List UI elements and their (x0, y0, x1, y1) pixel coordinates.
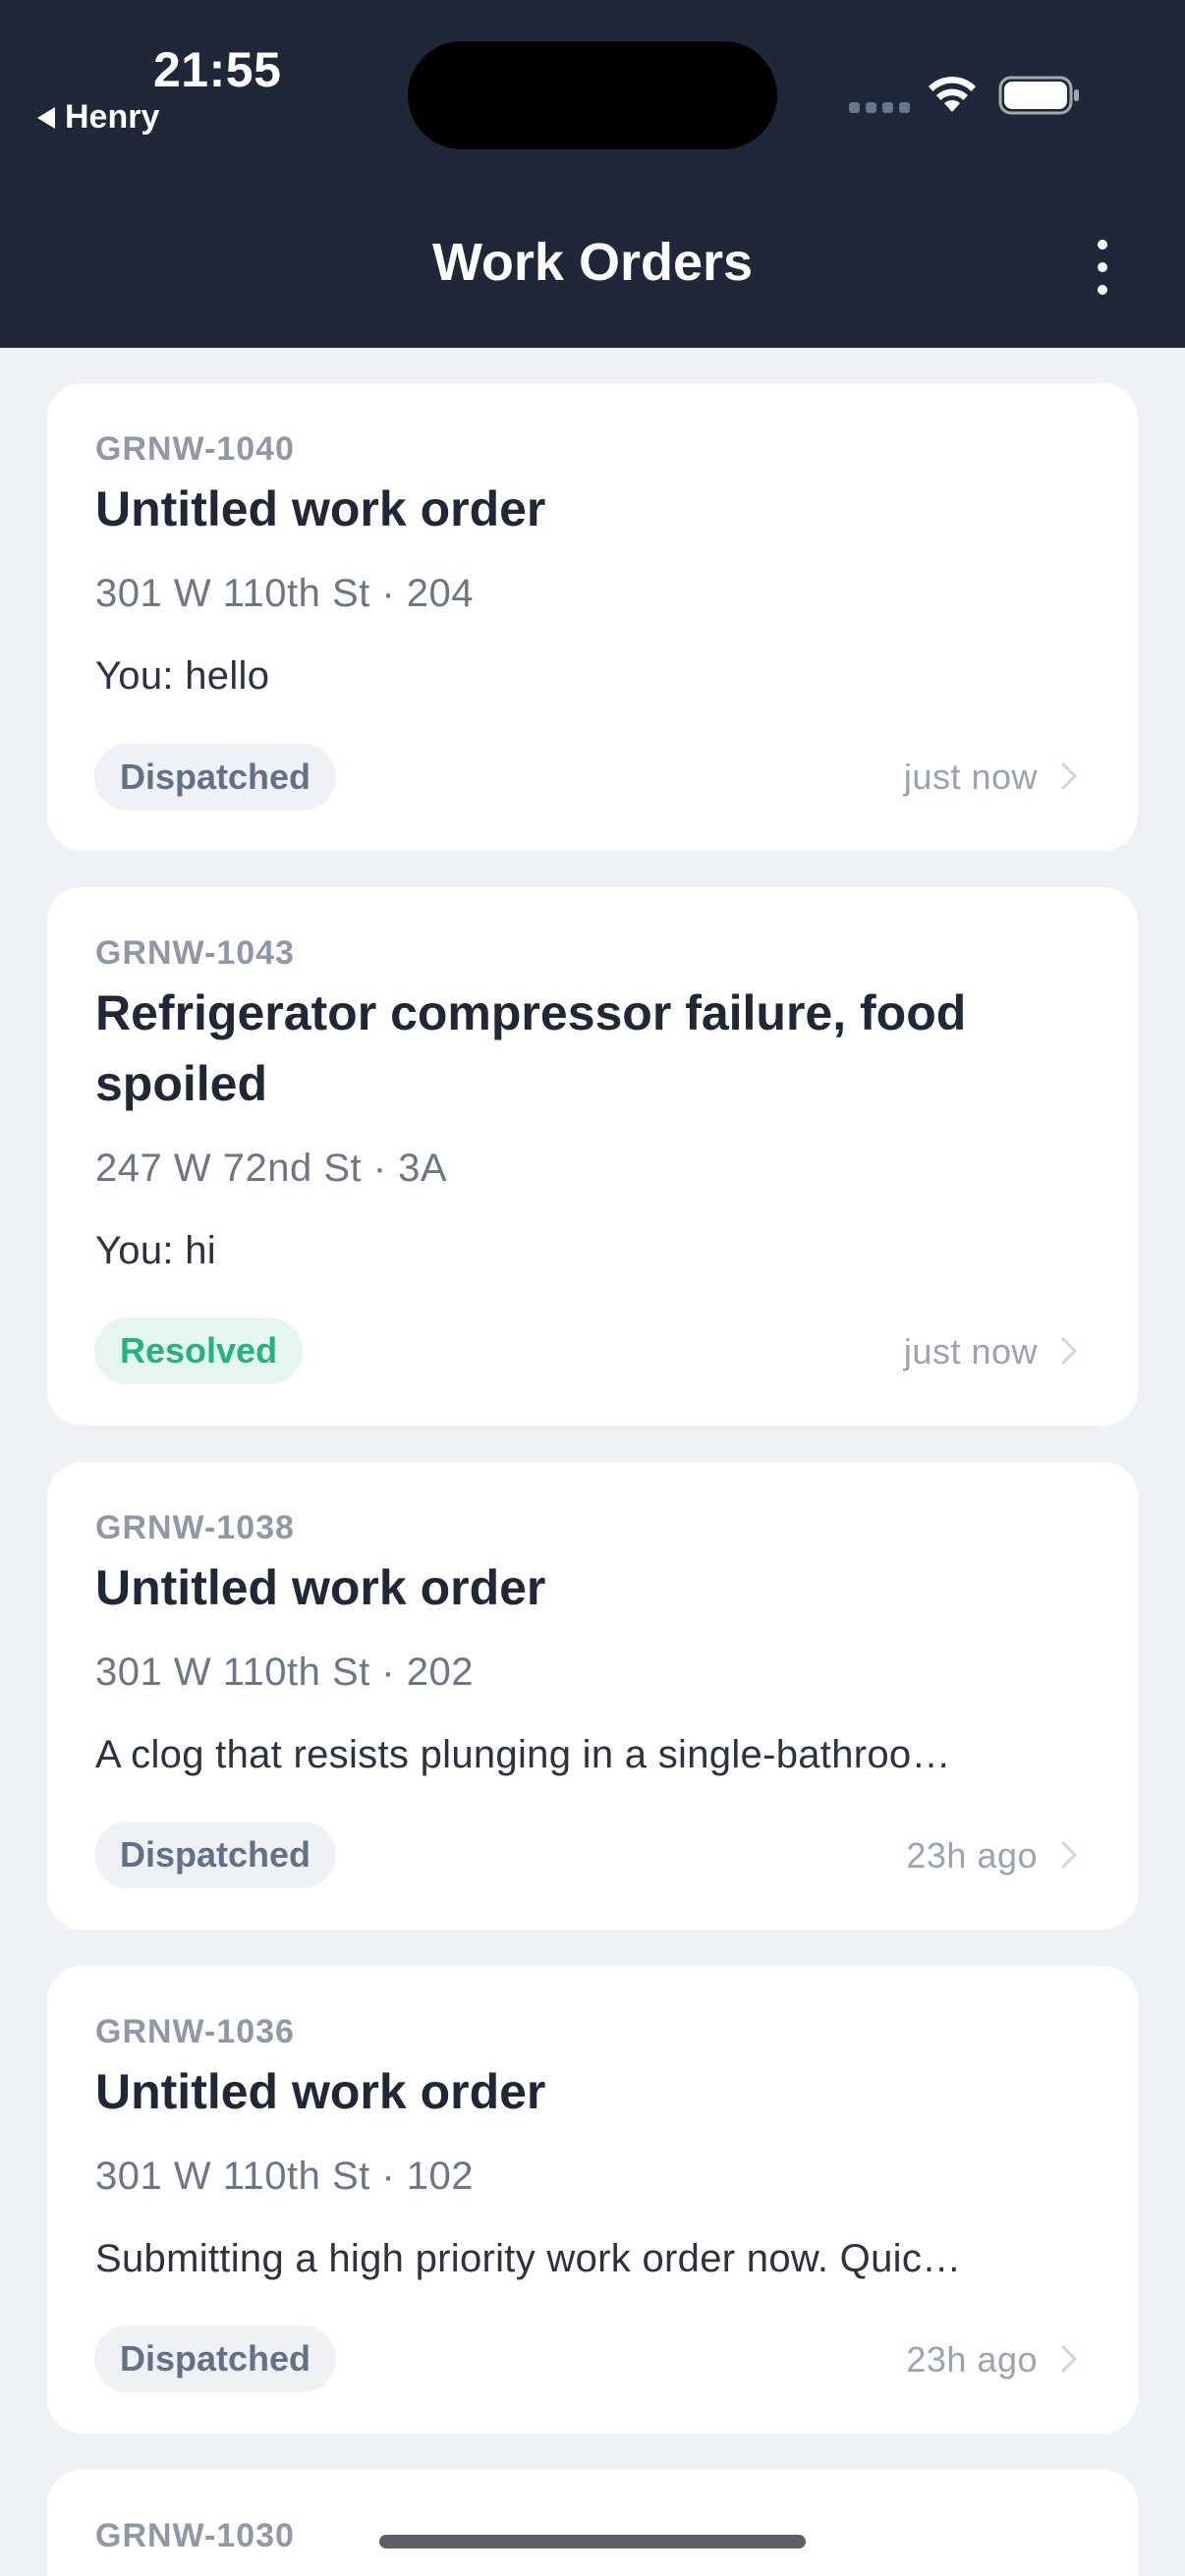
work-order-last-message: Submitting a high priority work order no… (95, 2237, 962, 2280)
work-order-address: 301 W 110th St · 102 (95, 2155, 475, 2198)
work-order-card[interactable]: GRNW-1038 Untitled work order 301 W 110t… (47, 1462, 1138, 1930)
home-indicator[interactable] (379, 2535, 806, 2548)
work-order-card[interactable]: GRNW-1036 Untitled work order 301 W 110t… (47, 1966, 1138, 2434)
chevron-right-icon (1061, 1841, 1077, 1869)
cellular-signal-icon (849, 102, 910, 113)
work-order-title: Refrigerator compressor failure, food sp… (95, 985, 967, 1111)
work-order-last-message: You: hi (95, 1229, 216, 1272)
work-order-id: GRNW-1030 (95, 2517, 295, 2554)
work-order-id: GRNW-1043 (95, 934, 295, 972)
work-order-title: Untitled work order (95, 481, 546, 536)
chevron-right-icon (1061, 2345, 1077, 2373)
back-to-app-button[interactable]: Henry (37, 98, 159, 137)
work-order-last-message: A clog that resists plunging in a single… (95, 1733, 951, 1776)
wifi-icon (929, 77, 976, 112)
chevron-right-icon (1061, 1337, 1077, 1365)
work-order-id: GRNW-1038 (95, 1509, 295, 1546)
more-options-icon[interactable] (1081, 240, 1124, 295)
status-badge: Resolved (94, 1317, 304, 1384)
back-triangle-icon (37, 106, 55, 129)
chevron-right-icon (1061, 762, 1077, 790)
back-app-label: Henry (65, 98, 160, 136)
work-order-time: just now (903, 1331, 1038, 1372)
work-order-card[interactable]: GRNW-1030 (47, 2470, 1138, 2576)
work-order-title: Untitled work order (95, 2064, 546, 2119)
status-badge: Dispatched (94, 744, 337, 811)
dynamic-island (408, 41, 777, 149)
work-order-id: GRNW-1040 (95, 430, 295, 468)
app-header: 21:55 Henry Work Orders (0, 0, 1185, 348)
status-badge: Dispatched (94, 2325, 337, 2392)
work-order-address: 247 W 72nd St · 3A (95, 1147, 448, 1190)
work-order-address: 301 W 110th St · 202 (95, 1651, 475, 1694)
work-order-time: just now (903, 756, 1038, 797)
status-badge: Dispatched (94, 1821, 337, 1888)
work-order-address: 301 W 110th St · 204 (95, 572, 475, 615)
work-order-title: Untitled work order (95, 1560, 546, 1615)
work-orders-screen: 21:55 Henry Work Orders GRNW-1040 Untitl… (0, 0, 1185, 2576)
page-title: Work Orders (431, 233, 754, 292)
work-order-id: GRNW-1036 (95, 2013, 295, 2050)
work-order-card[interactable]: GRNW-1043 Refrigerator compressor failur… (47, 887, 1138, 1426)
work-order-card[interactable]: GRNW-1040 Untitled work order 301 W 110t… (47, 383, 1138, 851)
status-time: 21:55 (153, 42, 282, 97)
work-order-last-message: You: hello (95, 654, 270, 698)
work-order-time: 23h ago (906, 2339, 1038, 2380)
work-order-time: 23h ago (906, 1835, 1038, 1876)
battery-icon (998, 76, 1079, 115)
